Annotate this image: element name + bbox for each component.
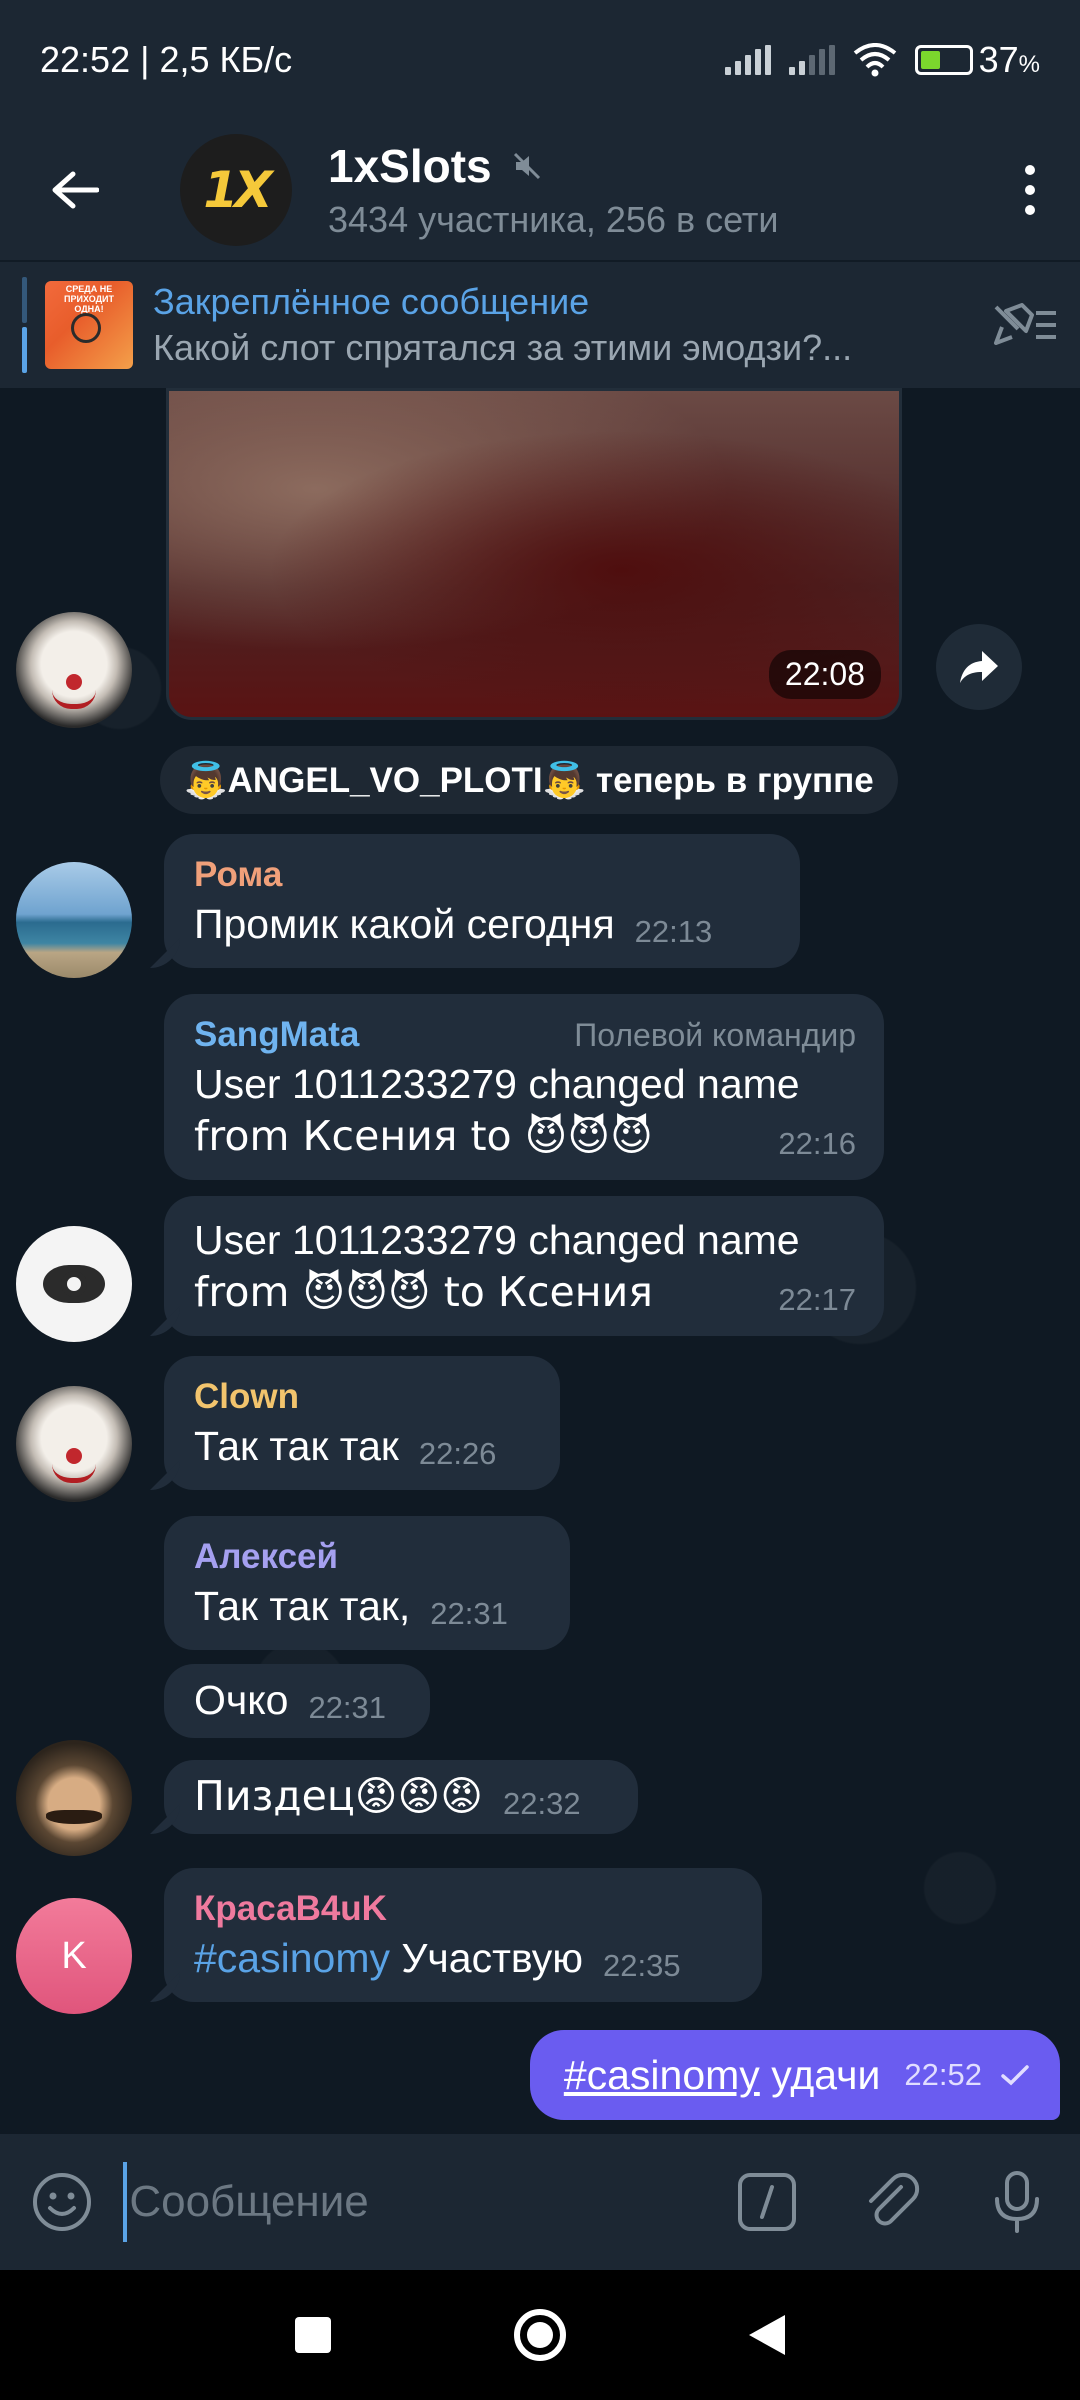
status-icons: 37% xyxy=(724,39,1040,81)
message-input[interactable] xyxy=(123,2162,705,2242)
message-bubble[interactable]: Очко 22:31 xyxy=(164,1664,430,1738)
sender-name: Рома xyxy=(194,855,283,894)
bot-commands-button[interactable] xyxy=(704,2134,829,2270)
message-bubble[interactable]: КрасаВ4uK #casinomy Участвую 22:35 xyxy=(164,1868,762,2002)
message-time: 22:31 xyxy=(430,1596,508,1631)
message-bubble[interactable]: Алексей Так так так, 22:31 xyxy=(164,1516,570,1650)
pinned-title: Закреплённое сообщение xyxy=(153,281,590,322)
wifi-icon xyxy=(853,43,896,77)
share-icon xyxy=(960,651,998,683)
back-button[interactable] xyxy=(0,120,150,260)
avatar[interactable] xyxy=(16,1740,132,1856)
sender-role: Полевой командир xyxy=(574,1017,856,1053)
message-bubble[interactable]: Рома Промик какой сегодня 22:13 xyxy=(164,834,800,968)
pinned-list-button[interactable] xyxy=(970,261,1080,389)
share-button[interactable] xyxy=(936,624,1022,710)
message-text: from 😈😈😈 to Ксения xyxy=(194,1268,653,1316)
message-time: 22:08 xyxy=(768,650,881,699)
status-bar: 22:52 | 2,5 КБ/с 37% xyxy=(0,0,1080,120)
pinned-indicator xyxy=(22,277,27,373)
status-time: 22:52 | 2,5 КБ/с xyxy=(40,39,293,80)
message-time: 22:13 xyxy=(634,914,713,949)
pinned-message-bar[interactable]: СРЕДА НЕ ПРИХОДИТ ОДНА! Закреплённое соо… xyxy=(0,260,1080,388)
message-bubble[interactable]: Пиздец😡😡😡 22:32 xyxy=(164,1760,638,1834)
message-text: Так так так, xyxy=(194,1583,411,1629)
message-time: 22:32 xyxy=(502,1786,581,1821)
avatar[interactable] xyxy=(16,1226,132,1342)
arrow-left-icon xyxy=(52,171,99,209)
message-text: User 1011233279 changed name xyxy=(194,1061,800,1107)
attach-button[interactable] xyxy=(830,2134,955,2270)
voice-record-button[interactable] xyxy=(955,2134,1080,2270)
message-bubble[interactable]: User 1011233279 changed name from 😈😈😈 to… xyxy=(164,1196,884,1336)
triangle-back-icon xyxy=(748,2315,785,2355)
chat-subtitle: 3434 участника, 256 в сети xyxy=(328,199,779,240)
message-text: Участвую xyxy=(389,1935,583,1981)
muted-icon xyxy=(513,152,540,180)
sender-name: SangMata xyxy=(194,1015,360,1054)
signal-icon xyxy=(724,45,771,75)
message-text: удачи xyxy=(759,2052,881,2098)
battery-percent: 37 xyxy=(978,39,1019,80)
message-text: from Ксения to 😈😈😈 xyxy=(194,1112,653,1160)
hashtag-link[interactable]: #casinomy xyxy=(564,2052,760,2098)
avatar[interactable] xyxy=(16,862,132,978)
slash-command-icon xyxy=(737,2173,796,2231)
outgoing-message-bubble[interactable]: #casinomy удачи 22:52 xyxy=(529,2030,1060,2120)
home-circle-icon xyxy=(513,2309,566,2361)
pinned-thumbnail: СРЕДА НЕ ПРИХОДИТ ОДНА! xyxy=(45,281,133,369)
chat-header: 1X 1xSlots 3434 участника, 256 в сети xyxy=(0,120,1080,260)
message-text: Промик какой сегодня xyxy=(194,901,615,947)
message-time: 22:17 xyxy=(778,1282,856,1317)
group-avatar[interactable]: 1X xyxy=(180,134,292,246)
message-list[interactable]: 22:08 👼ANGEL_VO_PLOTI👼 теперь в группе Р… xyxy=(0,388,1080,2134)
emoji-button[interactable] xyxy=(0,2134,123,2270)
checkmark-icon xyxy=(1001,2065,1029,2086)
media-message[interactable]: 22:08 xyxy=(166,388,902,720)
message-time: 22:16 xyxy=(778,1126,856,1161)
service-message: 👼ANGEL_VO_PLOTI👼 теперь в группе xyxy=(160,746,898,814)
message-time: 22:35 xyxy=(603,1948,681,1983)
more-menu-button[interactable] xyxy=(980,120,1080,260)
message-bubble[interactable]: Clown Так так так 22:26 xyxy=(164,1356,560,1490)
chat-info[interactable]: 1xSlots 3434 участника, 256 в сети xyxy=(328,139,980,241)
battery-icon: 37% xyxy=(914,39,1040,81)
sender-name: Clown xyxy=(194,1377,299,1416)
message-text: Пиздец😡😡😡 xyxy=(194,1772,483,1820)
message-time: 22:31 xyxy=(308,1690,387,1725)
message-time: 22:26 xyxy=(418,1436,497,1471)
avatar[interactable]: K xyxy=(16,1898,132,2014)
pinned-preview: Какой слот спрятался за этими эмодзи?... xyxy=(153,327,853,368)
system-back-button[interactable] xyxy=(732,2300,802,2370)
pinned-thumbnail-text: СРЕДА НЕ ПРИХОДИТ ОДНА! xyxy=(64,284,114,314)
pin-list-icon xyxy=(994,303,1056,345)
chat-title: 1xSlots xyxy=(328,140,492,192)
paperclip-icon xyxy=(869,2172,920,2226)
home-button[interactable] xyxy=(505,2300,575,2370)
smile-icon xyxy=(32,2173,91,2231)
system-nav-bar xyxy=(0,2270,1080,2400)
message-input-bar xyxy=(0,2134,1080,2270)
sender-name: КрасаВ4uK xyxy=(194,1889,387,1928)
message-text: User 1011233279 changed name xyxy=(194,1217,800,1263)
message-text: Так так так xyxy=(194,1423,399,1469)
avatar[interactable] xyxy=(16,1386,132,1502)
avatar[interactable] xyxy=(16,612,132,728)
recents-button[interactable] xyxy=(278,2300,348,2370)
microphone-icon xyxy=(995,2171,1040,2233)
battery-percent-suffix: % xyxy=(1018,51,1040,78)
message-bubble[interactable]: SangMata Полевой командир User 101123327… xyxy=(164,994,884,1180)
avatar-letter: K xyxy=(61,1934,87,1977)
sender-name: Алексей xyxy=(194,1537,339,1576)
eye-icon xyxy=(43,1265,105,1303)
message-text: Очко xyxy=(194,1677,289,1723)
hashtag-link[interactable]: #casinomy xyxy=(194,1935,390,1981)
square-icon xyxy=(295,2317,332,2353)
message-time: 22:52 xyxy=(904,2057,982,2092)
signal-icon xyxy=(788,45,835,75)
